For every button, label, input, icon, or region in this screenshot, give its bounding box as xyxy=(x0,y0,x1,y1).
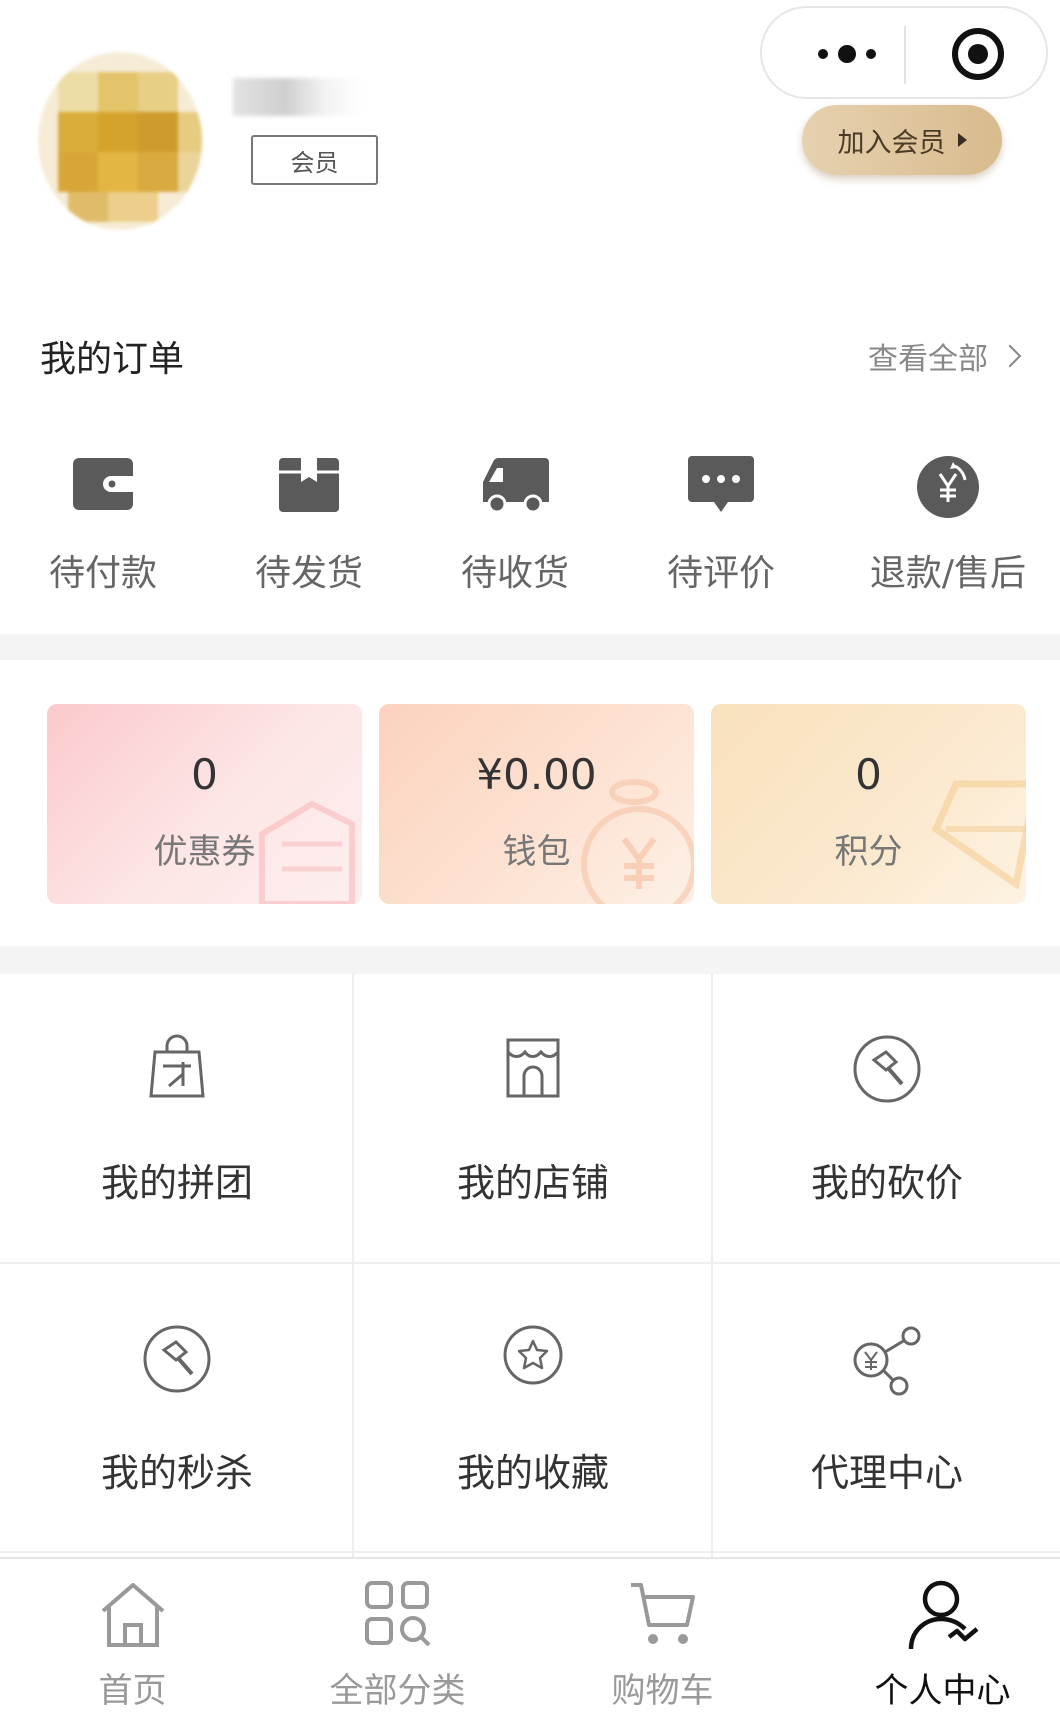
join-member-label: 加入会员 xyxy=(837,127,946,159)
points-label: 积分 xyxy=(834,832,903,872)
grid-divider xyxy=(0,1262,1060,1264)
refund-icon xyxy=(917,456,979,518)
group-buy-bag-icon xyxy=(149,1034,205,1098)
order-pending-review[interactable]: 待评价 xyxy=(618,448,824,594)
menu-agent-center[interactable]: 代理中心 xyxy=(714,1264,1060,1552)
menu-flash-sale[interactable]: 我的秒杀 xyxy=(0,1264,354,1552)
tab-profile[interactable]: 个人中心 xyxy=(810,1579,1060,1715)
menu-label: 我的拼团 xyxy=(100,1161,253,1205)
view-all-orders-link[interactable]: 查看全部 xyxy=(868,334,1022,378)
package-icon xyxy=(279,458,339,512)
grid-divider xyxy=(711,974,713,1557)
tab-home[interactable]: 首页 xyxy=(0,1579,265,1715)
coupon-count: 0 xyxy=(191,750,218,799)
grid-divider xyxy=(352,974,354,1557)
wallet-label: 钱包 xyxy=(502,832,571,872)
view-all-label: 查看全部 xyxy=(868,342,988,377)
points-card[interactable]: 0 积分 xyxy=(711,704,1026,904)
capsule-divider xyxy=(904,26,906,84)
avatar[interactable] xyxy=(38,52,202,230)
tab-label: 个人中心 xyxy=(874,1671,1011,1711)
wallet-card[interactable]: ¥0.00 钱包 xyxy=(379,704,694,904)
order-label: 待评价 xyxy=(666,553,775,594)
tab-label: 购物车 xyxy=(611,1671,714,1711)
order-refund-aftersale[interactable]: 退款/售后 xyxy=(842,448,1054,594)
menu-my-store[interactable]: 我的店铺 xyxy=(356,974,710,1262)
grid-divider xyxy=(0,1551,1060,1553)
order-pending-receipt[interactable]: 待收货 xyxy=(412,448,618,594)
order-label: 待发货 xyxy=(254,553,363,594)
bargain-axe-icon xyxy=(853,1035,921,1103)
store-icon xyxy=(506,1038,560,1098)
flash-sale-icon xyxy=(143,1325,211,1393)
menu-bargain[interactable]: 我的砍价 xyxy=(714,974,1060,1262)
menu-label: 我的店铺 xyxy=(456,1161,609,1205)
section-divider xyxy=(0,634,1060,660)
close-miniprogram-icon[interactable] xyxy=(952,28,1004,80)
order-label: 退款/售后 xyxy=(869,553,1027,594)
user-icon xyxy=(908,1580,978,1650)
points-count: 0 xyxy=(855,750,882,799)
menu-label: 我的砍价 xyxy=(810,1161,963,1205)
cart-icon xyxy=(630,1583,695,1644)
wallet-icon xyxy=(73,458,133,510)
truck-icon xyxy=(483,458,549,514)
comment-icon xyxy=(688,456,754,512)
tab-cart[interactable]: 购物车 xyxy=(530,1579,795,1715)
tab-label: 首页 xyxy=(98,1671,167,1711)
coupon-card[interactable]: 0 优惠券 xyxy=(47,704,362,904)
menu-label: 我的收藏 xyxy=(456,1451,609,1495)
order-pending-shipment[interactable]: 待发货 xyxy=(206,448,412,594)
username-blurred xyxy=(233,78,363,116)
join-member-button[interactable]: 加入会员 xyxy=(802,105,1002,175)
orders-title: 我的订单 xyxy=(40,339,185,380)
tab-bar: 首页 全部分类 购物车 个人中心 xyxy=(0,1557,1060,1713)
coupon-label: 优惠券 xyxy=(153,832,256,872)
order-label: 待付款 xyxy=(48,553,157,594)
order-pending-payment[interactable]: 待付款 xyxy=(0,448,206,594)
caret-right-icon xyxy=(957,133,967,147)
category-icon xyxy=(364,1581,430,1647)
menu-label: 我的秒杀 xyxy=(100,1451,253,1495)
tab-label: 全部分类 xyxy=(329,1671,466,1711)
tab-categories[interactable]: 全部分类 xyxy=(265,1579,530,1715)
section-divider xyxy=(0,946,1060,974)
star-icon xyxy=(503,1325,563,1385)
order-label: 待收货 xyxy=(460,553,569,594)
chevron-right-icon xyxy=(998,344,1022,368)
more-icon[interactable] xyxy=(802,36,892,72)
miniprogram-capsule xyxy=(760,6,1048,99)
home-icon xyxy=(101,1583,164,1647)
menu-label: 代理中心 xyxy=(810,1451,963,1495)
wallet-balance: ¥0.00 xyxy=(476,750,597,799)
agent-network-icon xyxy=(853,1326,921,1396)
menu-group-buy[interactable]: 我的拼团 xyxy=(0,974,354,1262)
member-badge: 会员 xyxy=(251,135,378,185)
menu-favorites[interactable]: 我的收藏 xyxy=(356,1264,710,1552)
